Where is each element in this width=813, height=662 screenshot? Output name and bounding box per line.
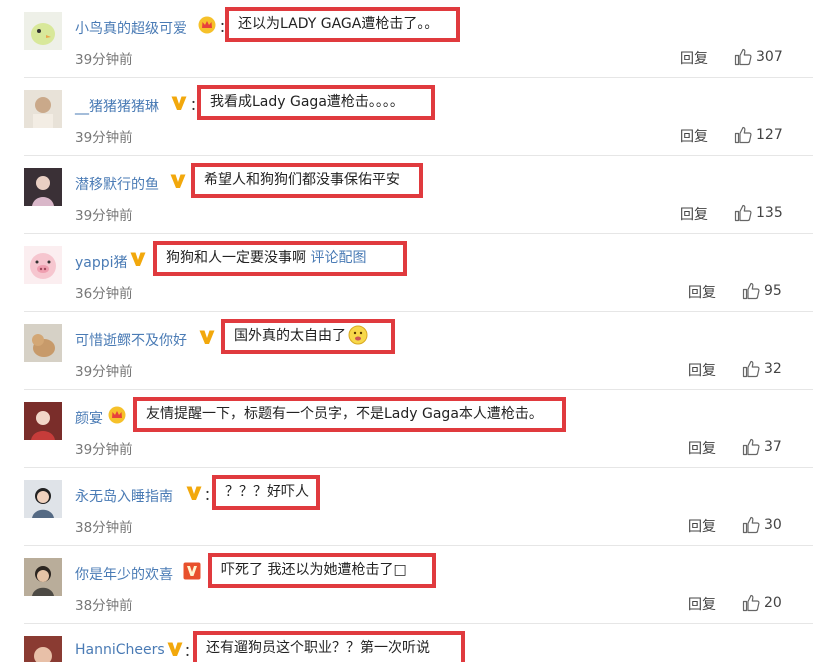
vip-box-icon[interactable] [183, 562, 201, 580]
like-button[interactable]: 307 [734, 46, 783, 68]
reply-button[interactable]: 回复 [680, 204, 708, 224]
like-button[interactable]: 30 [742, 514, 782, 536]
like-count: 32 [764, 361, 782, 377]
like-count: 20 [764, 595, 782, 611]
username[interactable]: 永无岛入睡指南 [75, 486, 173, 506]
comment-text-highlighted: 还有遛狗员这个职业？？第一次听说 [193, 631, 465, 662]
like-button[interactable]: 37 [742, 436, 782, 458]
avatar[interactable] [24, 168, 62, 206]
comment-text: 还有遛狗员这个职业？？第一次听说 [206, 640, 430, 656]
comment-item: 可惜逝鳏不及你好 国外真的太自由了 39分钟前 回复 32 [0, 312, 813, 390]
username[interactable]: 潜移默行的鱼 [75, 174, 159, 194]
avatar[interactable] [24, 90, 62, 128]
reply-button[interactable]: 回复 [688, 282, 716, 302]
thumbs-up-icon [734, 48, 752, 66]
avatar[interactable] [24, 246, 62, 284]
timestamp: 39分钟前 [75, 52, 133, 68]
username[interactable]: HanniCheers [75, 642, 165, 658]
vip-v-icon[interactable] [129, 250, 147, 268]
username[interactable]: 颜宴 [75, 408, 103, 428]
comment-text-highlighted: 狗狗和人一定要没事啊 评论配图 [153, 241, 407, 276]
comment-feed: 小鸟真的超级可爱 ： 还以为LADY GAGA遭枪击了。。 39分钟前 回复 3… [0, 0, 813, 662]
timestamp: 38分钟前 [75, 598, 133, 614]
username[interactable]: 你是年少的欢喜 [75, 564, 173, 584]
comment-text-highlighted: 我看成Lady Gaga遭枪击。。。。 [197, 85, 435, 120]
like-count: 30 [764, 517, 782, 533]
like-count: 95 [764, 283, 782, 299]
like-button[interactable]: 20 [742, 592, 782, 614]
reply-button[interactable]: 回复 [688, 516, 716, 536]
comment-item: 潜移默行的鱼 希望人和狗狗们都没事保佑平安 39分钟前 回复 135 [0, 156, 813, 234]
reply-button[interactable]: 回复 [688, 438, 716, 458]
like-button[interactable]: 127 [734, 124, 783, 146]
crown-icon[interactable] [108, 406, 126, 424]
emoji-icon [348, 325, 368, 345]
comment-image-link[interactable]: 评论配图 [310, 250, 366, 266]
comment-item: __猪猪猪猪琳 ： 我看成Lady Gaga遭枪击。。。。 39分钟前 回复 1… [0, 78, 813, 156]
timestamp: 39分钟前 [75, 130, 133, 146]
comment-text: ？？？好吓人 [225, 484, 309, 500]
like-count: 135 [756, 205, 783, 221]
thumbs-up-icon [734, 204, 752, 222]
comment-text: 友情提醒一下，标题有一个员字，不是Lady Gaga本人遭枪击。 [146, 406, 543, 422]
vip-v-icon[interactable] [166, 640, 184, 658]
reply-button[interactable]: 回复 [688, 594, 716, 614]
username[interactable]: __猪猪猪猪琳 [75, 96, 159, 116]
thumbs-up-icon [734, 126, 752, 144]
thumbs-up-icon [742, 360, 760, 378]
like-count: 37 [764, 439, 782, 455]
like-button[interactable]: 135 [734, 202, 783, 224]
username[interactable]: yappi猪 [75, 252, 128, 272]
like-button[interactable]: 32 [742, 358, 782, 380]
vip-v-icon[interactable] [169, 172, 187, 190]
comment-text-highlighted: ？？？好吓人 [212, 475, 320, 510]
comment-item: 颜宴 友情提醒一下，标题有一个员字，不是Lady Gaga本人遭枪击。 39分钟… [0, 390, 813, 468]
comment-item: 你是年少的欢喜 吓死了 我还以为她遭枪击了□ 38分钟前 回复 20 [0, 546, 813, 624]
thumbs-up-icon [742, 516, 760, 534]
comment-text-highlighted: 还以为LADY GAGA遭枪击了。。 [225, 7, 460, 42]
comment-text: 还以为LADY GAGA遭枪击了。。 [238, 16, 439, 32]
username[interactable]: 小鸟真的超级可爱 [75, 18, 187, 38]
reply-button[interactable]: 回复 [680, 126, 708, 146]
comment-text: 我看成Lady Gaga遭枪击。。。。 [210, 94, 404, 110]
thumbs-up-icon [742, 594, 760, 612]
timestamp: 39分钟前 [75, 442, 133, 458]
comment-text: 吓死了 我还以为她遭枪击了□ [221, 562, 407, 578]
avatar[interactable] [24, 558, 62, 596]
comment-item: yappi猪 狗狗和人一定要没事啊 评论配图 36分钟前 回复 95 [0, 234, 813, 312]
reply-button[interactable]: 回复 [680, 48, 708, 68]
comment-text-highlighted: 希望人和狗狗们都没事保佑平安 [191, 163, 423, 198]
comment-text: 狗狗和人一定要没事啊 [166, 250, 306, 266]
timestamp: 38分钟前 [75, 520, 133, 536]
thumbs-up-icon [742, 438, 760, 456]
like-button[interactable]: 95 [742, 280, 782, 302]
thumbs-up-icon [742, 282, 760, 300]
comment-text-highlighted: 国外真的太自由了 [221, 319, 395, 354]
reply-button[interactable]: 回复 [688, 360, 716, 380]
comment-item: 永无岛入睡指南 ： ？？？好吓人 38分钟前 回复 30 [0, 468, 813, 546]
vip-v-icon[interactable] [170, 94, 188, 112]
avatar[interactable] [24, 324, 62, 362]
vip-v-icon[interactable] [198, 328, 216, 346]
username[interactable]: 可惜逝鳏不及你好 [75, 330, 187, 350]
like-count: 127 [756, 127, 783, 143]
timestamp: 36分钟前 [75, 286, 133, 302]
vip-v-icon[interactable] [185, 484, 203, 502]
comment-text: 国外真的太自由了 [234, 328, 346, 344]
comment-text-highlighted: 友情提醒一下，标题有一个员字，不是Lady Gaga本人遭枪击。 [133, 397, 566, 432]
avatar[interactable] [24, 402, 62, 440]
comment-text-highlighted: 吓死了 我还以为她遭枪击了□ [208, 553, 436, 588]
comment-text: 希望人和狗狗们都没事保佑平安 [204, 172, 400, 188]
comment-item: HanniCheers ： 还有遛狗员这个职业？？第一次听说 [0, 624, 813, 662]
avatar[interactable] [24, 636, 62, 662]
like-count: 307 [756, 49, 783, 65]
comment-item: 小鸟真的超级可爱 ： 还以为LADY GAGA遭枪击了。。 39分钟前 回复 3… [0, 0, 813, 78]
avatar[interactable] [24, 12, 62, 50]
avatar[interactable] [24, 480, 62, 518]
timestamp: 39分钟前 [75, 364, 133, 380]
timestamp: 39分钟前 [75, 208, 133, 224]
crown-icon[interactable] [198, 16, 216, 34]
